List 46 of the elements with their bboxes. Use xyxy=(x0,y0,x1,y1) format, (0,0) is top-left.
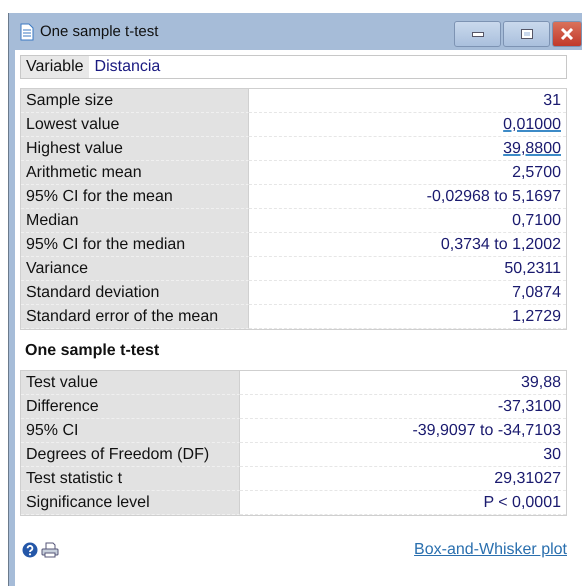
row-label: Degrees of Freedom (DF) xyxy=(21,443,240,467)
maximize-button[interactable] xyxy=(503,21,550,47)
row-label: Significance level xyxy=(21,491,240,515)
row-label: Variance xyxy=(21,257,249,281)
row-value: P < 0,0001 xyxy=(240,491,566,515)
variable-value: Distancia xyxy=(94,57,162,77)
row-value: 39,88 xyxy=(240,371,566,395)
minimize-icon xyxy=(472,32,484,36)
document-icon xyxy=(20,22,34,40)
help-icon[interactable] xyxy=(22,542,38,558)
row-label: Sample size xyxy=(21,89,249,113)
row-value: 30 xyxy=(240,443,566,467)
row-label: Standard deviation xyxy=(21,281,249,305)
close-icon xyxy=(560,28,574,40)
row-label: Difference xyxy=(21,395,240,419)
row-value: 7,0874 xyxy=(249,281,566,305)
box-whisker-link[interactable]: Box-and-Whisker plot xyxy=(414,541,567,559)
row-value: -39,9097 to -34,7103 xyxy=(240,419,566,443)
row-value: 1,2729 xyxy=(249,305,566,329)
row-value: 29,31027 xyxy=(240,467,566,491)
row-label: Highest value xyxy=(21,137,249,161)
row-label: 95% CI xyxy=(21,419,240,443)
row-label: 95% CI for the median xyxy=(21,233,249,257)
section-title: One sample t-test xyxy=(25,342,160,360)
value-link[interactable]: 39,8800 xyxy=(249,137,566,161)
row-label: Lowest value xyxy=(21,113,249,137)
row-label: Arithmetic mean xyxy=(21,161,249,185)
row-label: Standard error of the mean xyxy=(21,305,249,329)
maximize-icon xyxy=(520,29,532,39)
row-value: 0,3734 to 1,2002 xyxy=(249,233,566,257)
row-value: -0,02968 to 5,1697 xyxy=(249,185,566,209)
close-button[interactable] xyxy=(552,21,582,47)
row-label: Median xyxy=(21,209,249,233)
row-value: 0,7100 xyxy=(249,209,566,233)
variable-label: Variable xyxy=(21,56,89,78)
row-label: 95% CI for the mean xyxy=(21,185,249,209)
minimize-button[interactable] xyxy=(454,21,501,47)
window-title: One sample t-test xyxy=(40,23,158,40)
row-value: 2,5700 xyxy=(249,161,566,185)
value-link[interactable]: 0,01000 xyxy=(249,113,566,137)
row-value: 31 xyxy=(249,89,566,113)
row-value: -37,3100 xyxy=(240,395,566,419)
printer-icon[interactable] xyxy=(41,542,59,558)
row-label: Test statistic t xyxy=(21,467,240,491)
row-value: 50,2311 xyxy=(249,257,566,281)
row-label: Test value xyxy=(21,371,240,395)
